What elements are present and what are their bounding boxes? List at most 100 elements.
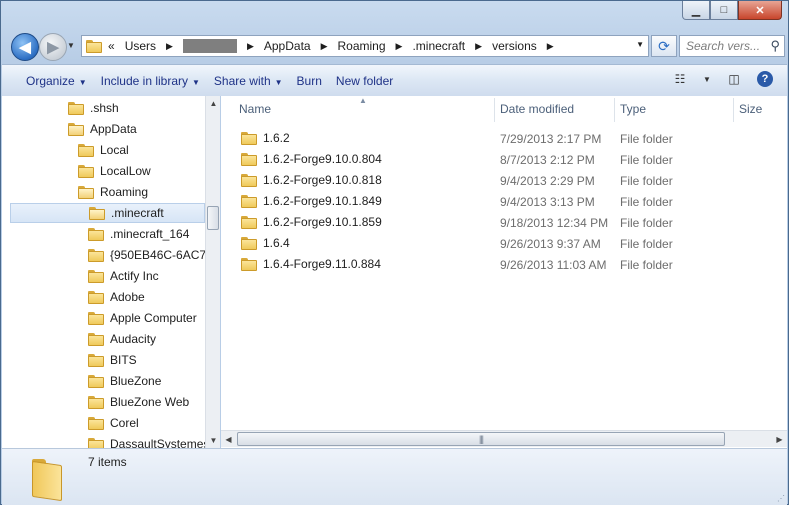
scroll-right-icon[interactable]: ▶: [772, 431, 787, 447]
tree-item-label: BITS: [110, 353, 137, 367]
new-folder-button[interactable]: New folder: [336, 74, 407, 88]
breadcrumb-versions[interactable]: versions: [492, 39, 537, 53]
scroll-down-icon[interactable]: ▼: [206, 433, 221, 448]
tree-item-apple-computer[interactable]: Apple Computer: [88, 308, 197, 328]
column-type[interactable]: Type: [620, 102, 646, 116]
back-button[interactable]: ◀: [11, 33, 39, 61]
address-overflow[interactable]: «: [108, 39, 115, 53]
close-button[interactable]: ✕: [738, 1, 782, 20]
tree-item-actify[interactable]: Actify Inc: [88, 266, 159, 286]
file-type: File folder: [620, 174, 673, 188]
folder-open-icon: [68, 122, 84, 136]
item-count: 7 items: [88, 455, 127, 469]
column-divider[interactable]: [733, 98, 734, 122]
column-divider[interactable]: [494, 98, 495, 122]
refresh-button[interactable]: ⟳: [651, 35, 677, 57]
tree-item-audacity[interactable]: Audacity: [88, 329, 156, 349]
forward-button[interactable]: ▶: [39, 33, 67, 61]
tree-item-adobe[interactable]: Adobe: [88, 287, 145, 307]
scrollbar-thumb[interactable]: [207, 206, 219, 230]
tree-item-dassaultsystemes[interactable]: DassaultSystemes: [88, 434, 205, 448]
breadcrumb-separator-icon[interactable]: ▶: [396, 41, 403, 52]
file-name: 1.6.4-Forge9.11.0.884: [263, 257, 381, 271]
preview-pane-icon[interactable]: ◫: [725, 71, 743, 87]
scrollbar-thumb[interactable]: |||: [237, 432, 725, 446]
tree-item-shsh[interactable]: .shsh: [68, 98, 119, 118]
scroll-up-icon[interactable]: ▲: [206, 96, 221, 111]
help-icon[interactable]: ?: [757, 71, 773, 87]
folder-open-icon: [78, 185, 94, 199]
view-options-icon[interactable]: ☷: [671, 71, 689, 87]
tree-item-label: Corel: [110, 416, 139, 430]
breadcrumb-separator-icon[interactable]: ▶: [166, 41, 173, 52]
breadcrumb-appdata[interactable]: AppData: [264, 39, 311, 53]
breadcrumb-separator-icon[interactable]: ▶: [247, 41, 254, 52]
file-list: ▲ Name Date modified Type Size 1.6.2 7/2…: [221, 96, 787, 448]
organize-menu[interactable]: Organize ▼: [2, 74, 101, 88]
tree-item-bluezone[interactable]: BlueZone: [88, 371, 161, 391]
file-row[interactable]: 1.6.4-Forge9.11.0.884 9/26/2013 11:03 AM…: [221, 254, 787, 275]
column-size[interactable]: Size: [739, 102, 762, 116]
burn-button[interactable]: Burn: [297, 74, 336, 88]
file-name: 1.6.2-Forge9.10.1.859: [263, 215, 382, 229]
file-type: File folder: [620, 195, 673, 209]
file-name: 1.6.2: [263, 131, 290, 145]
tree-scrollbar[interactable]: ▲ ▼: [205, 96, 220, 448]
breadcrumb-users[interactable]: Users: [125, 39, 156, 53]
tree-item-bluezone-web[interactable]: BlueZone Web: [88, 392, 189, 412]
tree-item-label: .minecraft: [111, 206, 164, 220]
explorer-window: ▁ □ ✕ ◀ ▶ ▼ « Users ▶ ▶ AppData ▶ Roamin…: [0, 0, 789, 505]
resize-grip-icon[interactable]: ⋰: [777, 494, 785, 503]
tree-item-label: BlueZone: [110, 374, 162, 388]
scroll-left-icon[interactable]: ◀: [221, 431, 236, 447]
large-folder-icon: [28, 457, 68, 497]
file-row[interactable]: 1.6.2 7/29/2013 2:17 PM File folder: [221, 128, 787, 149]
share-with-menu[interactable]: Share with ▼: [214, 74, 297, 88]
file-list-horizontal-scrollbar[interactable]: ◀ ||| ▶: [221, 430, 787, 447]
tree-item-local[interactable]: Local: [78, 140, 129, 160]
search-box[interactable]: Search vers... ⚲: [679, 35, 785, 57]
breadcrumb-roaming[interactable]: Roaming: [338, 39, 386, 53]
tree-item-guid-folder[interactable]: {950EB46C-6AC7-: [88, 245, 205, 265]
tree-item-minecraft-164[interactable]: .minecraft_164: [88, 224, 189, 244]
breadcrumb-separator-icon[interactable]: ▶: [547, 41, 554, 52]
minimize-button[interactable]: ▁: [682, 1, 710, 20]
address-dropdown-icon[interactable]: ▼: [636, 40, 644, 49]
folder-icon: [88, 311, 104, 325]
folder-icon: [241, 194, 257, 208]
breadcrumb-minecraft[interactable]: .minecraft: [412, 39, 465, 53]
folder-icon: [88, 374, 104, 388]
file-row[interactable]: 1.6.2-Forge9.10.1.859 9/18/2013 12:34 PM…: [221, 212, 787, 233]
search-icon[interactable]: ⚲: [770, 38, 780, 54]
view-dropdown-icon[interactable]: ▼: [703, 71, 711, 87]
tree-item-label: BlueZone Web: [110, 395, 190, 409]
recent-pages-dropdown[interactable]: ▼: [67, 41, 75, 50]
file-date: 8/7/2013 2:12 PM: [500, 153, 595, 167]
tree-item-corel[interactable]: Corel: [88, 413, 139, 433]
folder-icon: [88, 227, 104, 241]
file-row[interactable]: 1.6.2-Forge9.10.0.804 8/7/2013 2:12 PM F…: [221, 149, 787, 170]
include-in-library-menu[interactable]: Include in library ▼: [101, 74, 214, 88]
caption-buttons: ▁ □ ✕: [682, 1, 782, 20]
column-date-modified[interactable]: Date modified: [500, 102, 574, 116]
breadcrumb-separator-icon[interactable]: ▶: [475, 41, 482, 52]
tree-item-appdata[interactable]: AppData: [68, 119, 137, 139]
tree-item-minecraft[interactable]: .minecraft: [10, 203, 205, 223]
tree-item-locallow[interactable]: LocalLow: [78, 161, 151, 181]
column-divider[interactable]: [614, 98, 615, 122]
file-type: File folder: [620, 237, 673, 251]
search-placeholder: Search vers...: [686, 39, 761, 53]
redacted-username: [182, 39, 237, 53]
breadcrumb-separator-icon[interactable]: ▶: [321, 41, 328, 52]
file-row[interactable]: 1.6.2-Forge9.10.0.818 9/4/2013 2:29 PM F…: [221, 170, 787, 191]
maximize-button[interactable]: □: [710, 1, 738, 20]
file-row[interactable]: 1.6.4 9/26/2013 9:37 AM File folder: [221, 233, 787, 254]
refresh-icon: ⟳: [658, 37, 670, 54]
file-row[interactable]: 1.6.2-Forge9.10.1.849 9/4/2013 3:13 PM F…: [221, 191, 787, 212]
tree-item-label: {950EB46C-6AC7-: [110, 248, 205, 262]
address-bar[interactable]: « Users ▶ ▶ AppData ▶ Roaming ▶ .minecra…: [81, 35, 649, 57]
column-name[interactable]: Name: [239, 102, 271, 116]
tree-item-roaming[interactable]: Roaming: [78, 182, 148, 202]
tree-item-bits[interactable]: BITS: [88, 350, 137, 370]
chevron-down-icon: ▼: [78, 77, 87, 87]
